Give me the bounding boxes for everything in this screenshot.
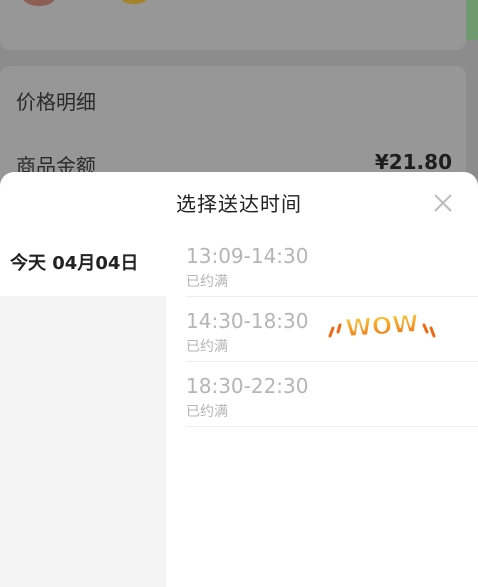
slot-time: 18:30-22:30 [186, 374, 309, 398]
close-icon[interactable] [432, 192, 454, 214]
product-thumbnails [22, 0, 150, 8]
delivery-time-sheet: 选择送达时间 今天 04月04日 13:09-14:30 已约满 14:30-1… [0, 172, 478, 587]
slot-time: 13:09-14:30 [186, 244, 309, 268]
wow-text: WOW [344, 309, 419, 342]
product-image [22, 0, 56, 6]
slot-status: 已约满 [186, 339, 228, 355]
sparkle-left-icon [328, 323, 342, 338]
slot-status: 已约满 [186, 274, 228, 290]
wow-sticker: WOW [328, 309, 436, 343]
time-slot[interactable]: 13:09-14:30 已约满 [186, 232, 478, 297]
price-detail-label: 价格明细 [16, 90, 96, 114]
sheet-title: 选择送达时间 [176, 192, 302, 216]
sparkle-right-icon [422, 323, 436, 338]
product-card [0, 0, 466, 50]
green-accent [466, 0, 478, 40]
slot-status: 已约满 [186, 404, 228, 420]
product-amount-value: ¥21.80 [374, 150, 452, 174]
time-slot[interactable]: 18:30-22:30 已约满 [186, 362, 478, 427]
slot-time: 14:30-18:30 [186, 309, 309, 333]
product-image [118, 0, 150, 4]
sheet-header: 选择送达时间 [0, 172, 478, 232]
date-item-today[interactable]: 今天 04月04日 [0, 232, 166, 296]
date-list: 今天 04月04日 [0, 232, 166, 587]
